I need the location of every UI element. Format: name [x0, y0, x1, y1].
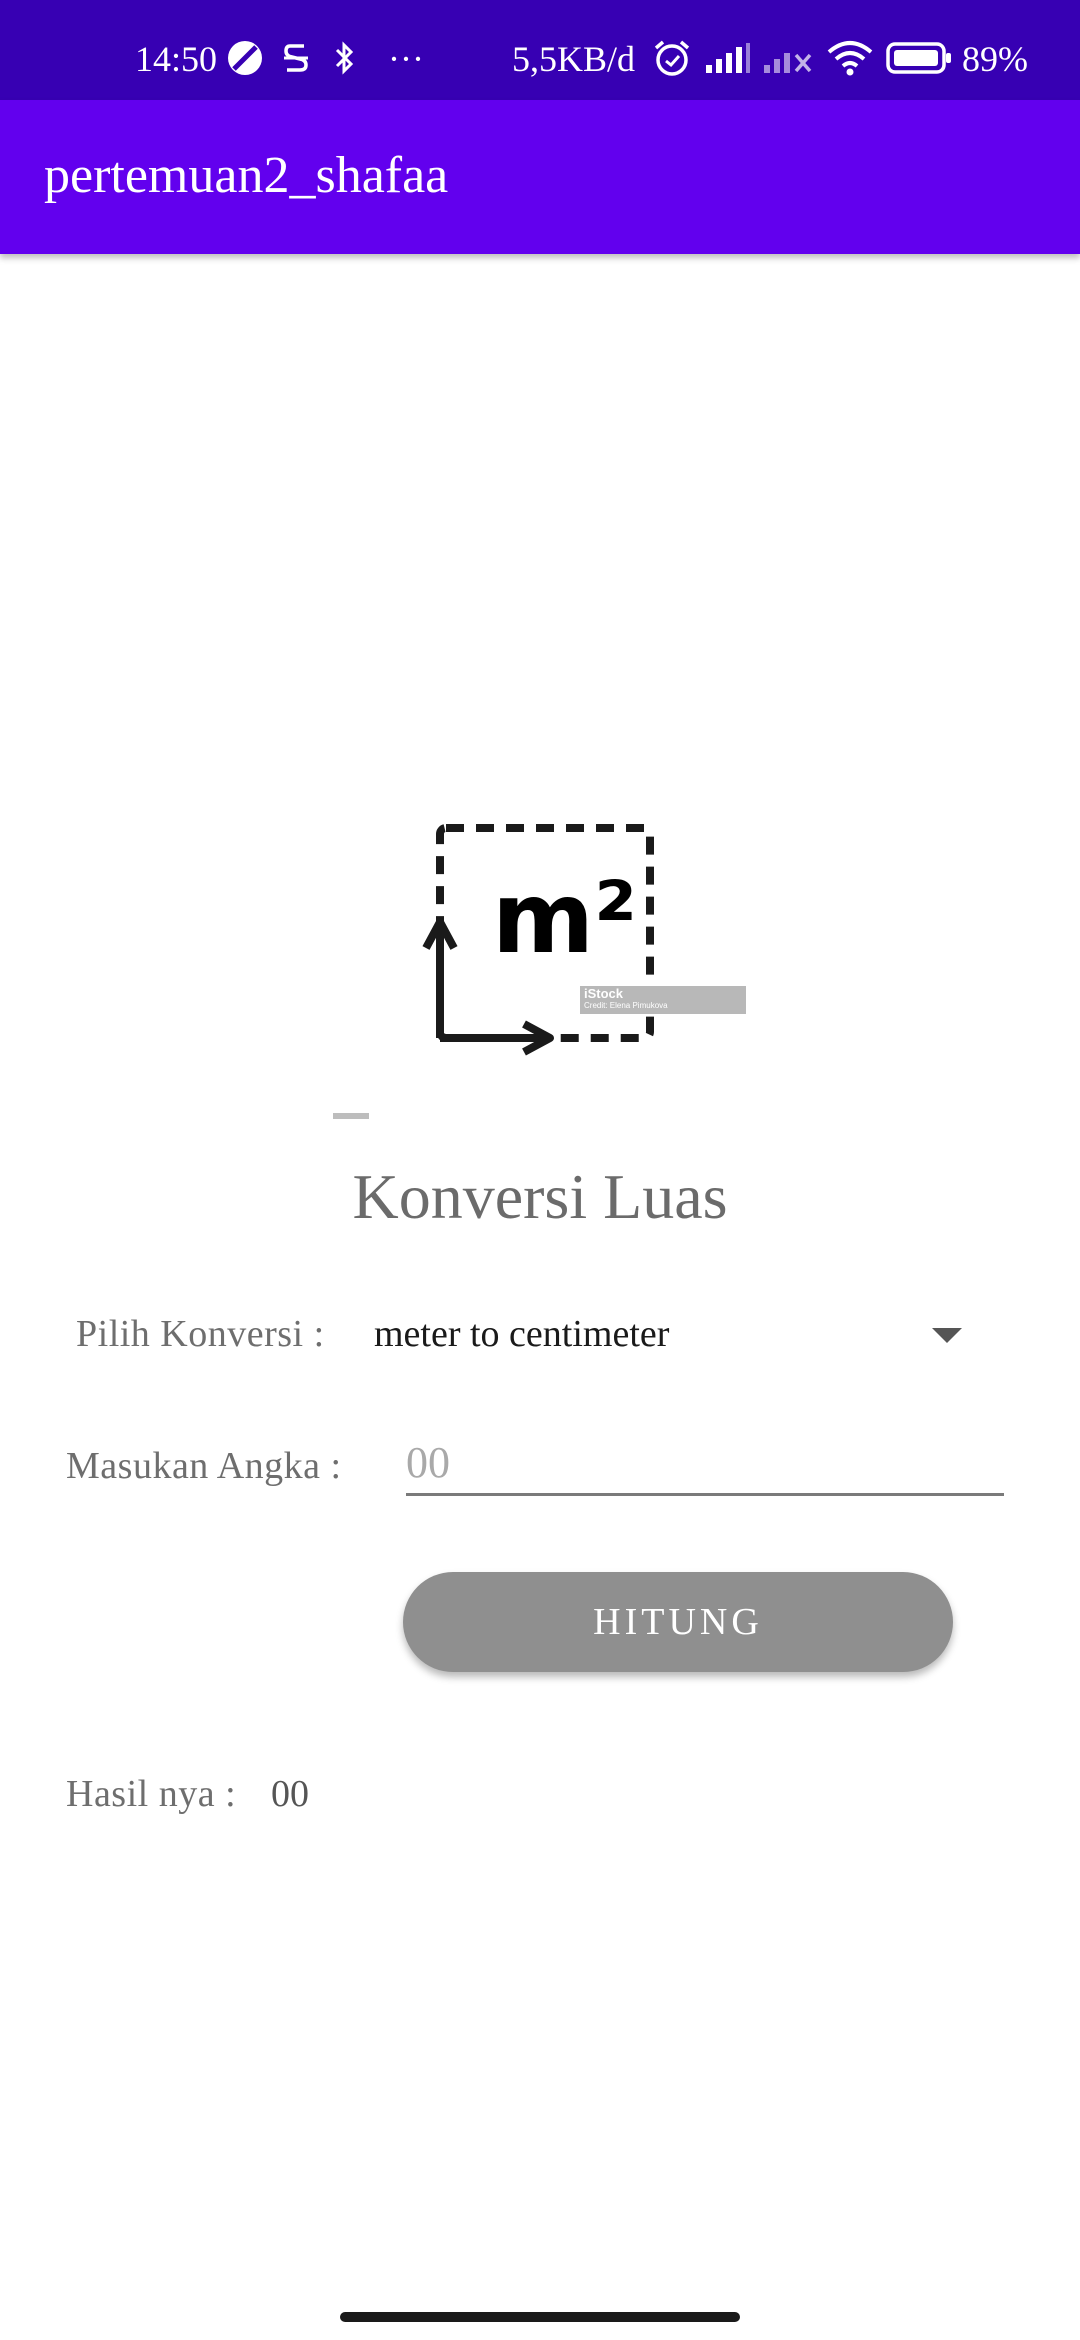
unit-label: m² — [492, 862, 638, 976]
alarm-icon — [652, 40, 692, 76]
hitung-button[interactable]: HITUNG — [403, 1572, 953, 1672]
input-label: Masukan Angka : — [66, 1445, 342, 1487]
watermark: iStock Credit: Elena Pimukova — [580, 986, 746, 1014]
dropdown-arrow-icon[interactable] — [932, 1328, 962, 1343]
page-title: Konversi Luas — [352, 1161, 728, 1232]
home-indicator[interactable] — [340, 2312, 740, 2322]
conversion-label: Pilih Konversi : — [76, 1313, 325, 1355]
image-mark — [333, 1113, 369, 1119]
moon-icon — [226, 40, 264, 76]
more-notifications-icon: ··· — [388, 39, 424, 79]
wifi-icon — [826, 40, 874, 76]
area-unit-image: m² — [420, 810, 760, 1060]
status-bar: 14:50 ··· 5,5KB/d 89% — [0, 0, 1080, 100]
watermark-credit: Credit: Elena Pimukova — [584, 1001, 668, 1010]
result-value: 00 — [271, 1773, 309, 1815]
app-title: pertemuan2_shafaa — [44, 147, 449, 204]
watermark-brand: iStock — [584, 986, 624, 1001]
signal-no-service-icon — [762, 40, 814, 76]
status-time: 14:50 — [135, 39, 218, 79]
app-bar: pertemuan2_shafaa — [0, 100, 1080, 254]
conversion-selected-value: meter to centimeter — [374, 1313, 670, 1355]
bluetooth-icon — [334, 40, 356, 76]
s-notification-icon — [282, 40, 310, 76]
network-speed: 5,5KB/d — [512, 39, 636, 79]
app-screen: 14:50 ··· 5,5KB/d 89% pertemuan2_shafaa … — [0, 0, 1080, 2340]
number-input[interactable] — [406, 1432, 1004, 1496]
result-label: Hasil nya : — [66, 1773, 237, 1815]
battery-icon — [886, 40, 952, 76]
battery-percent: 89% — [962, 39, 1028, 79]
signal-icon — [704, 40, 750, 76]
